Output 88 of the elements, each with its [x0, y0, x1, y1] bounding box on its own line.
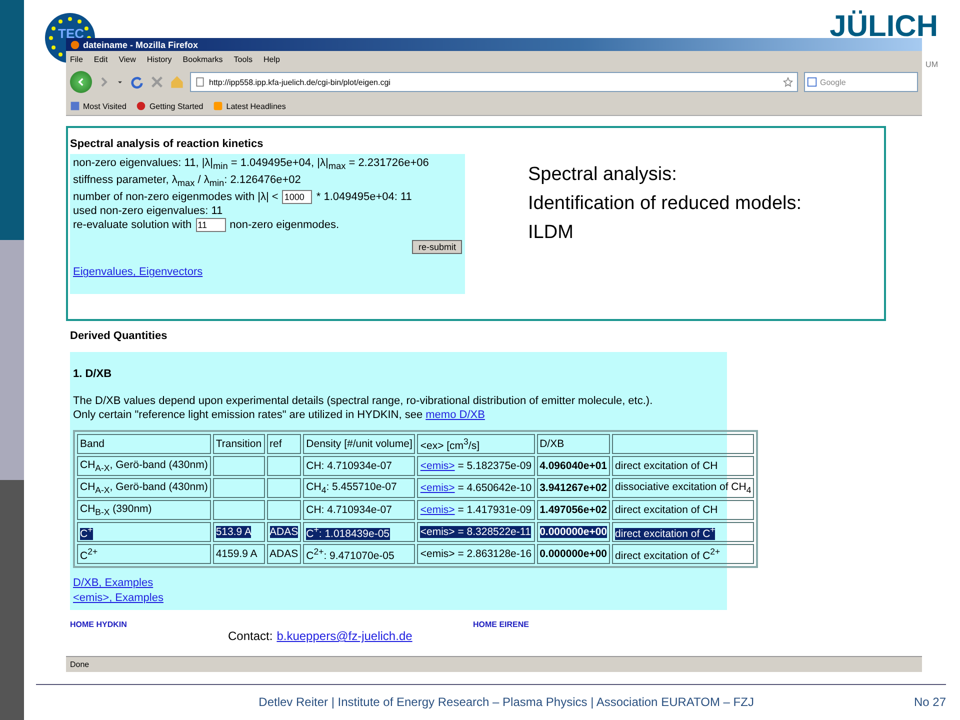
- table-cell: <emis> = 2.863128e-16: [417, 544, 535, 564]
- column-header: D/XB: [536, 434, 610, 454]
- table-cell: 3.941267e+02: [536, 478, 610, 498]
- column-header: Transition: [212, 434, 265, 454]
- table-cell: C$^{2+}$: [77, 544, 211, 564]
- examples-link[interactable]: D/XB, Examples: [73, 576, 724, 591]
- result-text: number of non-zero eigenmodes with |λ| <: [73, 190, 278, 204]
- result-text: re-evaluate solution with: [73, 218, 192, 232]
- table-cell: 1.497056e+02: [536, 500, 610, 520]
- table-cell: 4159.9 A: [212, 544, 265, 564]
- firefox-icon[interactable]: [70, 40, 80, 50]
- back-button[interactable]: [70, 71, 92, 93]
- email-link[interactable]: b.kueppers@fz-juelich.de: [276, 629, 412, 643]
- home-link[interactable]: HOME EIRENE: [473, 620, 876, 629]
- number-field[interactable]: 1000: [282, 190, 312, 204]
- bookmark-link[interactable]: Most Visited: [70, 101, 126, 111]
- table-cell: 0.000000e+00: [536, 544, 610, 564]
- result-text: stiffness parameter, λ$_{max}$ / λ$_{min}$: 2.126476e+02: [73, 173, 301, 190]
- table-cell: 4.096040e+01: [536, 456, 610, 476]
- table-cell: CH: 4.710934e-07: [303, 456, 416, 476]
- emis-link[interactable]: <emis>: [420, 482, 455, 494]
- table-cell: <emis> = 1.417931e-09: [417, 500, 535, 520]
- status-bar: Done: [66, 656, 922, 672]
- resubmit-button[interactable]: re-submit: [412, 240, 462, 254]
- emis-link[interactable]: <emis>: [420, 504, 455, 516]
- table-cell: <emis> = 4.650642e-10: [417, 478, 535, 498]
- menu-item[interactable]: Tools: [234, 54, 252, 64]
- result-text: * 1.049495e+04: 11: [316, 190, 412, 204]
- table-cell: CH$_{B-X}$ (390nm): [77, 500, 211, 520]
- column-header: <ex> [cm$^{3}$/s]: [417, 434, 535, 454]
- page-icon[interactable]: [70, 101, 80, 111]
- menu-item[interactable]: File: [70, 54, 83, 64]
- menu-item[interactable]: Bookmarks: [182, 54, 223, 64]
- result-text: used non-zero eigenvalues: 11: [73, 204, 223, 218]
- table-cell: [212, 500, 265, 520]
- table-cell: [212, 478, 265, 498]
- description-text: Only certain "reference light emission rates" are utilized in HYDKIN, see memo D/XB: [73, 408, 486, 422]
- description-text: The D/XB values depend upon experimental details (spectral range, ro-vibrational distribution of emitter molecule, etc.).: [73, 394, 654, 408]
- section-heading: Derived Quantities: [70, 330, 168, 342]
- subsection-title: 1. D/XB: [73, 368, 113, 380]
- juelich-logo: JÜLICH UM: [830, 12, 938, 69]
- emis-link[interactable]: <emis>: [420, 460, 455, 472]
- table-cell: direct excitation of C$^{2+}$: [612, 544, 754, 564]
- search-field[interactable]: Google: [804, 72, 918, 92]
- reload-icon[interactable]: [130, 75, 144, 89]
- annotation-text: ILDM: [528, 221, 574, 245]
- home-link[interactable]: HOME HYDKIN: [70, 620, 473, 629]
- table-cell: direct excitation of CH: [612, 456, 754, 476]
- bookmark-link[interactable]: Latest Headlines: [213, 101, 286, 111]
- page-number: No 27: [914, 695, 946, 709]
- search-engine-icon[interactable]: [807, 77, 817, 87]
- stop-icon[interactable]: [150, 75, 164, 89]
- result-text: non-zero eigenmodes.: [230, 218, 340, 232]
- annotation-text: Identification of reduced models:: [528, 192, 803, 216]
- table-cell: ADAS: [266, 544, 302, 564]
- bookmark-link[interactable]: Getting Started: [136, 101, 204, 111]
- table-cell: 0.000000e+00: [536, 522, 610, 542]
- table-cell: CH$_{4}$: 5.455710e-07: [303, 478, 416, 498]
- contact-label: Contact:: [228, 629, 273, 643]
- footer-credit: Detlev Reiter | Institute of Energy Research – Plasma Physics | Association EURATOM – FZJ: [258, 695, 754, 709]
- menu-item[interactable]: Edit: [94, 54, 108, 64]
- table-cell: dissociative excitation of CH$_{4}$: [612, 478, 754, 498]
- table-cell: [266, 500, 302, 520]
- menu-item[interactable]: Help: [263, 54, 280, 64]
- column-header: Band: [77, 434, 211, 454]
- number-field[interactable]: 11: [196, 218, 226, 232]
- table-cell: C$^{2+}$: 9.471070e-05: [303, 544, 416, 564]
- result-text: non-zero eigenvalues: 11, |λ|$_{min}$ = 1.049495e+04, |λ|$_{max}$ = 2.231726e+06: [73, 156, 429, 174]
- eigen-link[interactable]: Eigenvalues, Eigenvectors: [73, 266, 462, 278]
- table-cell: CH$_{A-X}$, Gerö-band (430nm): [77, 456, 211, 476]
- memo-link[interactable]: memo D/XB: [426, 409, 485, 421]
- star-icon[interactable]: [783, 77, 793, 87]
- table-cell: <emis> = 5.182375e-09: [417, 456, 535, 476]
- table-cell: CH: 4.710934e-07: [303, 500, 416, 520]
- table-cell: CH$_{A-X}$, Gerö-band (430nm): [77, 478, 211, 498]
- column-header: ref: [266, 434, 302, 454]
- flame-icon[interactable]: [136, 101, 146, 111]
- address-field[interactable]: http://ipp558.ipp.kfa-juelich.de/cgi-bin/plot/eigen.cgi: [190, 72, 798, 92]
- examples-link[interactable]: <emis>, Examples: [73, 591, 724, 606]
- table-cell: <emis> = 8.328522e-11: [417, 522, 535, 542]
- table-cell: [266, 478, 302, 498]
- table-cell: direct excitation of CH: [612, 500, 754, 520]
- menu-item[interactable]: View: [118, 54, 136, 64]
- section-heading: Spectral analysis of reaction kinetics: [70, 138, 264, 150]
- annotation-text: Spectral analysis:: [528, 163, 678, 187]
- column-header: Density [#/unit volume]: [303, 434, 416, 454]
- menu-item[interactable]: History: [146, 54, 172, 64]
- page-icon[interactable]: [195, 77, 205, 87]
